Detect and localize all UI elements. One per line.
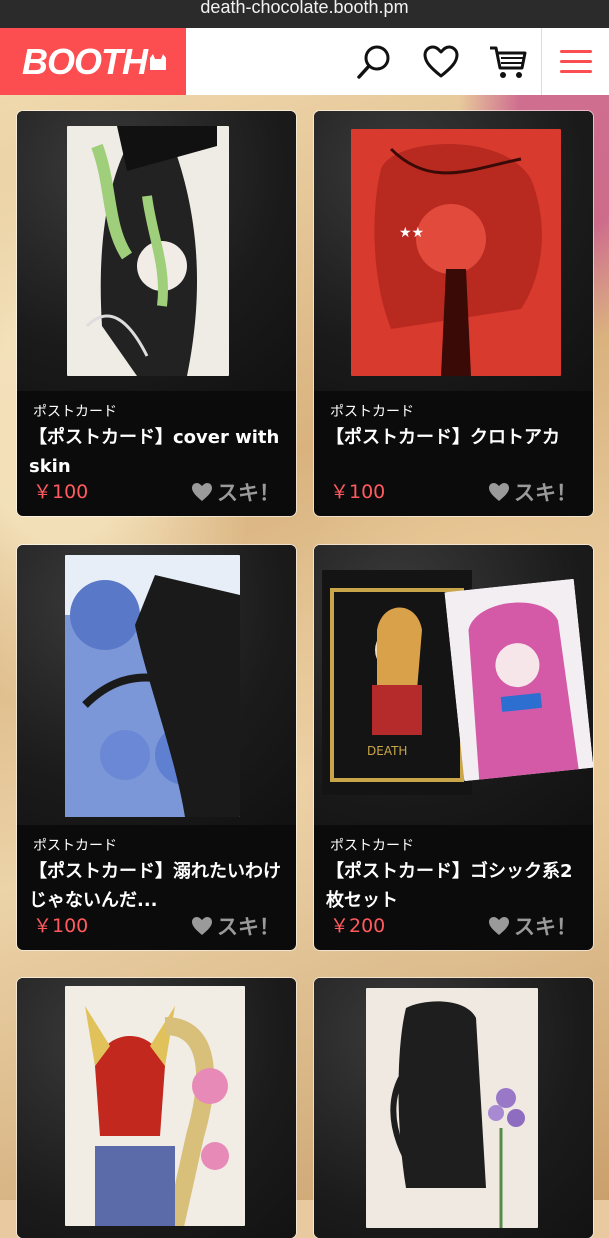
- product-card[interactable]: ★★ ポストカード 【ポストカード】クロトアカ ￥100 スキ！: [314, 111, 593, 516]
- site-header: BOOTH: [0, 28, 609, 95]
- like-label: スキ！: [514, 481, 577, 505]
- svg-text:DEATH: DEATH: [367, 744, 407, 758]
- product-price: ￥100: [33, 481, 89, 503]
- postcard-image-2: [444, 578, 593, 782]
- product-card[interactable]: [17, 978, 296, 1238]
- like-button[interactable]: スキ！: [488, 477, 577, 507]
- like-button[interactable]: スキ！: [191, 911, 280, 941]
- product-card[interactable]: [314, 978, 593, 1238]
- search-icon[interactable]: [354, 42, 394, 82]
- like-button[interactable]: スキ！: [191, 477, 280, 507]
- hamburger-menu-button[interactable]: [541, 28, 609, 95]
- product-category[interactable]: ポストカード: [33, 835, 117, 855]
- browser-url-bar[interactable]: death-chocolate.booth.pm: [0, 0, 609, 28]
- product-photo[interactable]: [17, 545, 296, 825]
- product-title[interactable]: 【ポストカード】溺れたいわけじゃないんだ...: [29, 857, 287, 915]
- hamburger-menu-icon: [560, 50, 592, 53]
- cat-logo-icon: [150, 54, 166, 70]
- booth-logo[interactable]: BOOTH: [0, 28, 186, 95]
- hamburger-line: [560, 70, 592, 73]
- product-card[interactable]: ポストカード 【ポストカード】cover with skin ￥100 スキ！: [17, 111, 296, 516]
- postcard-image: ★★: [351, 129, 561, 376]
- product-price: ￥200: [330, 915, 386, 937]
- product-photo[interactable]: DEATH: [314, 545, 593, 825]
- like-label: スキ！: [217, 481, 280, 505]
- product-photo[interactable]: ★★: [314, 111, 593, 391]
- url-text: death-chocolate.booth.pm: [200, 0, 409, 17]
- svg-text:★★: ★★: [399, 225, 424, 241]
- product-title[interactable]: 【ポストカード】ゴシック系2枚セット: [326, 857, 584, 915]
- postcard-image: [65, 986, 245, 1226]
- product-title[interactable]: 【ポストカード】クロトアカ: [326, 423, 584, 452]
- product-category[interactable]: ポストカード: [33, 401, 117, 421]
- product-category[interactable]: ポストカード: [330, 401, 414, 421]
- heart-icon: [192, 483, 212, 501]
- heart-icon: [489, 917, 509, 935]
- postcard-image: [65, 555, 240, 817]
- postcard-image: [366, 988, 538, 1228]
- product-photo[interactable]: [17, 111, 296, 391]
- cart-icon[interactable]: [488, 42, 528, 82]
- hamburger-line: [560, 60, 592, 63]
- logo-text: BOOTH: [22, 41, 148, 82]
- heart-icon[interactable]: [421, 42, 461, 82]
- like-label: スキ！: [514, 915, 577, 939]
- like-label: スキ！: [217, 915, 280, 939]
- like-button[interactable]: スキ！: [488, 911, 577, 941]
- product-category[interactable]: ポストカード: [330, 835, 414, 855]
- postcard-image: [67, 126, 229, 376]
- product-price: ￥100: [33, 915, 89, 937]
- product-photo[interactable]: [17, 978, 296, 1238]
- product-card[interactable]: ポストカード 【ポストカード】溺れたいわけじゃないんだ... ￥100 スキ！: [17, 545, 296, 950]
- product-title[interactable]: 【ポストカード】cover with skin: [29, 423, 287, 481]
- product-photo[interactable]: [314, 978, 593, 1238]
- product-card[interactable]: DEATH ポストカード 【ポストカード】ゴシック系2枚セット ￥200 スキ！: [314, 545, 593, 950]
- heart-icon: [489, 483, 509, 501]
- heart-icon: [192, 917, 212, 935]
- product-price: ￥100: [330, 481, 386, 503]
